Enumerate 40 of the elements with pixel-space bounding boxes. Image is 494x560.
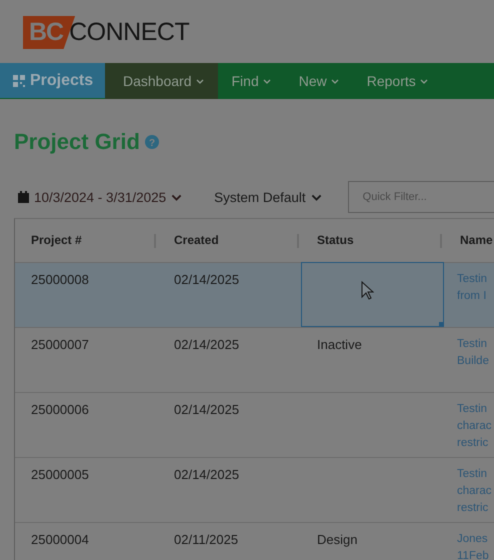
- table-cell: Design: [317, 532, 358, 547]
- projects-module-button[interactable]: Projects: [0, 63, 105, 98]
- table-cell: 25000004: [31, 532, 89, 547]
- chevron-down-icon: [262, 78, 271, 84]
- nav-menu-item[interactable]: New: [284, 63, 353, 99]
- table-row[interactable]: 25000004 02/11/2025 Design Jones 11Feb: [15, 523, 494, 560]
- date-range-dropdown[interactable]: 10/3/2024 - 3/31/2025: [14, 190, 186, 204]
- chevron-down-icon: [196, 78, 204, 84]
- nav-menu-item[interactable]: Find: [218, 63, 285, 99]
- chevron-down-icon: [330, 78, 339, 84]
- fill-handle[interactable]: [439, 322, 444, 327]
- table-cell: 25000005: [31, 467, 89, 482]
- mouse-pointer-icon: [361, 281, 374, 300]
- chevron-down-icon: [171, 194, 182, 200]
- page-title: Project Grid: [14, 129, 140, 155]
- nav-menu-item[interactable]: Reports: [352, 63, 442, 99]
- table-cell: 25000007: [31, 337, 89, 352]
- grid-icon: [13, 74, 25, 86]
- column-header[interactable]: Name: [460, 232, 493, 249]
- table-row[interactable]: 25000008 02/14/2025 Testin from I: [15, 263, 494, 328]
- calendar-icon: [18, 191, 29, 203]
- view-dropdown[interactable]: System Default: [210, 190, 326, 204]
- chevron-down-icon: [420, 78, 428, 84]
- table-cell: 02/14/2025: [174, 402, 240, 417]
- nav-menu-item[interactable]: Dashboard: [105, 63, 218, 99]
- focused-cell[interactable]: [301, 262, 444, 327]
- column-header[interactable]: Created: [174, 232, 219, 249]
- column-header[interactable]: Status: [317, 232, 354, 249]
- table-cell: Inactive: [317, 337, 362, 352]
- table-cell: 02/14/2025: [174, 272, 240, 287]
- table-row[interactable]: 25000005 02/14/2025 Testin charac restric: [15, 458, 494, 523]
- column-header[interactable]: Project #: [31, 232, 82, 249]
- table-cell: 02/14/2025: [174, 337, 240, 352]
- table-cell: 02/14/2025: [174, 467, 240, 482]
- table-cell: 25000006: [31, 402, 89, 417]
- table-cell: 25000008: [31, 272, 89, 287]
- table-cell: 02/11/2025: [174, 532, 238, 547]
- table-row[interactable]: 25000007 02/14/2025 Inactive Testin Builde: [15, 328, 494, 393]
- table-row[interactable]: 25000006 02/14/2025 Testin charac restric: [15, 393, 494, 458]
- chevron-down-icon: [310, 194, 322, 200]
